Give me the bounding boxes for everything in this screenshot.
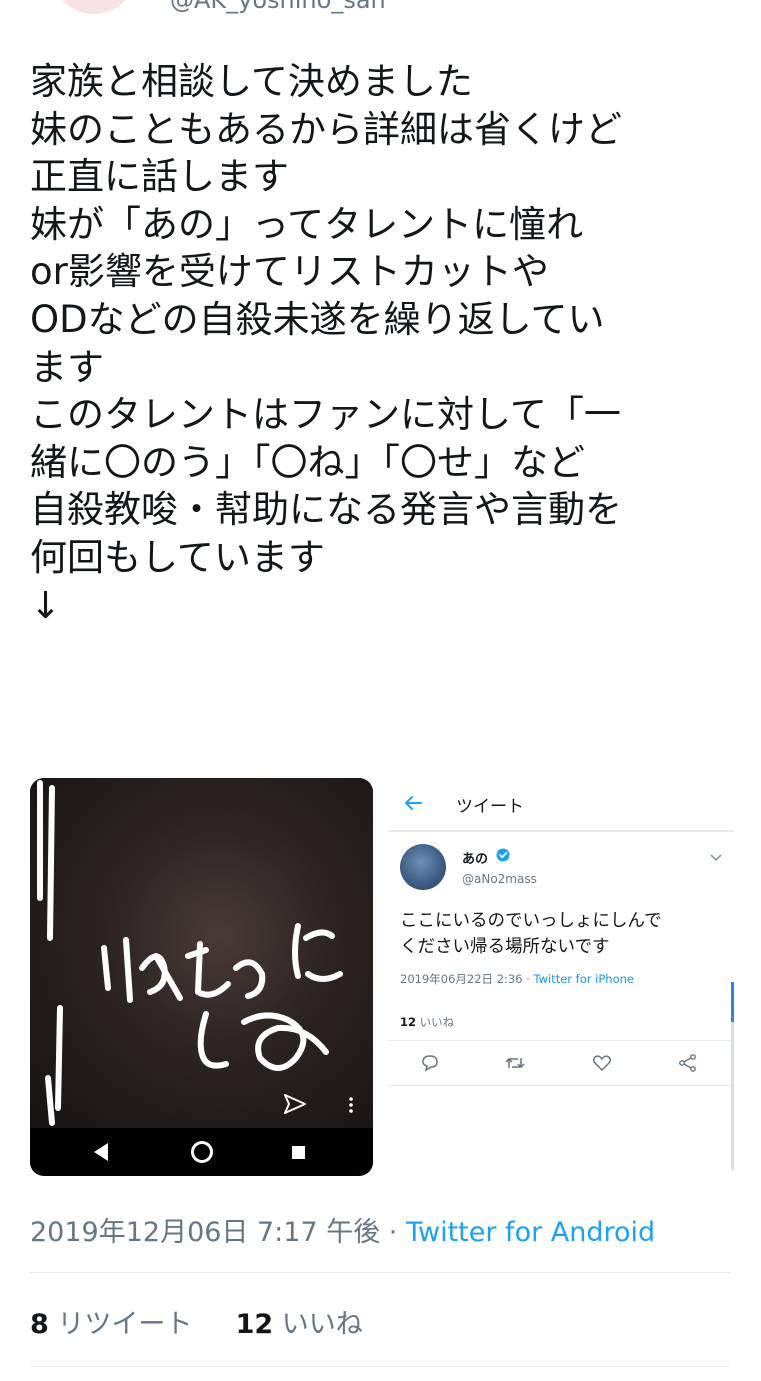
chevron-down-icon [710,854,722,862]
screenshot-title: ツイート [456,797,524,817]
embedded-date: 2019年06月22日 2:36 · [400,972,534,986]
android-nav-bar [30,1128,373,1176]
tweet-stats: 8 リツイート 12 いいね [30,1302,363,1341]
tweet-text-line: or影響を受けてリストカットや [30,250,549,294]
retweet-count[interactable]: 8 [30,1309,49,1340]
divider [30,1366,730,1367]
embedded-likes-label: いいね [419,1015,455,1029]
media-tweet-screenshot[interactable]: ツイート あの @aNo2mass ここにいるのでいっしょにしんで ください帰る… [388,778,734,1176]
like-count[interactable]: 12 [236,1309,274,1340]
tweet-text-line: 何回もしています [30,535,325,579]
tweet-text-line: 妹のこともあるから詳細は省くけど [30,107,622,151]
embedded-avatar [400,844,446,890]
tweet-timestamp: 2019年12月06日 7:17 午後 · [30,1217,406,1248]
avatar[interactable] [52,0,136,14]
embedded-name: あの [462,852,489,867]
nav-home-icon[interactable] [191,1141,213,1163]
like-icon [592,1055,612,1072]
screenshot-scrollbar-thumb [731,982,734,1022]
tweet-text-line: 妹が「あの」ってタレントに憧れ [30,202,584,246]
tweet-source-link[interactable]: Twitter for Android [406,1217,655,1248]
media-photo[interactable] [30,778,373,1176]
share-icon [679,1054,696,1072]
tweet-text-line: 正直に話します [30,155,289,199]
tweet-text-line: 家族と相談して決めました [30,60,473,103]
tweet-text-line: このタレントはファンに対して「一 [30,393,621,437]
handwriting-overlay [37,780,343,1126]
tweet-text-line: ODなどの自殺未遂を繰り返してい [30,297,605,341]
embedded-text-line: ください帰る場所ないです [400,937,610,957]
tweet-text: 家族と相談して決めました 妹のこともあるから詳細は省くけど 正直に話します 妹が… [30,58,730,629]
tweet-text-line: 緒に〇のう」「〇ね」「〇せ」など [30,440,585,484]
author-handle[interactable]: @AK_yoshino_san [170,0,386,14]
embedded-text-line: ここにいるのでいっしょにしんで [400,911,662,931]
tweet-detail-page: @AK_yoshino_san 家族と相談して決めました 妹のこともあるから詳細… [0,0,761,1381]
retweet-icon [505,1057,525,1069]
retweet-label[interactable]: リツイート [57,1309,192,1340]
more-vert-icon[interactable] [348,1096,354,1114]
embedded-actions [388,1040,734,1086]
nav-recent-apps-icon[interactable] [292,1146,305,1159]
embedded-tweet-text: ここにいるのでいっしょにしんで ください帰る場所ないです [400,908,730,960]
screenshot-topbar: ツイート [388,778,734,832]
embedded-likes: 12 いいね [400,1014,454,1030]
verified-badge-icon [496,848,510,862]
back-arrow-icon [405,796,422,810]
nav-back-icon[interactable] [94,1143,108,1161]
like-label[interactable]: いいね [282,1309,363,1340]
tweet-timestamp-line: 2019年12月06日 7:17 午後 · Twitter for Androi… [30,1210,655,1249]
embedded-meta: 2019年06月22日 2:36 · Twitter for iPhone [400,971,634,987]
divider [30,1272,730,1273]
embedded-likes-count: 12 [400,1015,417,1029]
embedded-handle: @aNo2mass [462,872,537,886]
send-icon[interactable] [284,1094,306,1114]
tweet-text-line: ↓ [30,583,62,627]
tweet-text-line: 自殺教唆・幇助になる発言や言動を [30,488,622,532]
reply-icon [422,1055,438,1072]
embedded-source: Twitter for iPhone [533,972,634,986]
tweet-text-line: ます [30,345,104,389]
